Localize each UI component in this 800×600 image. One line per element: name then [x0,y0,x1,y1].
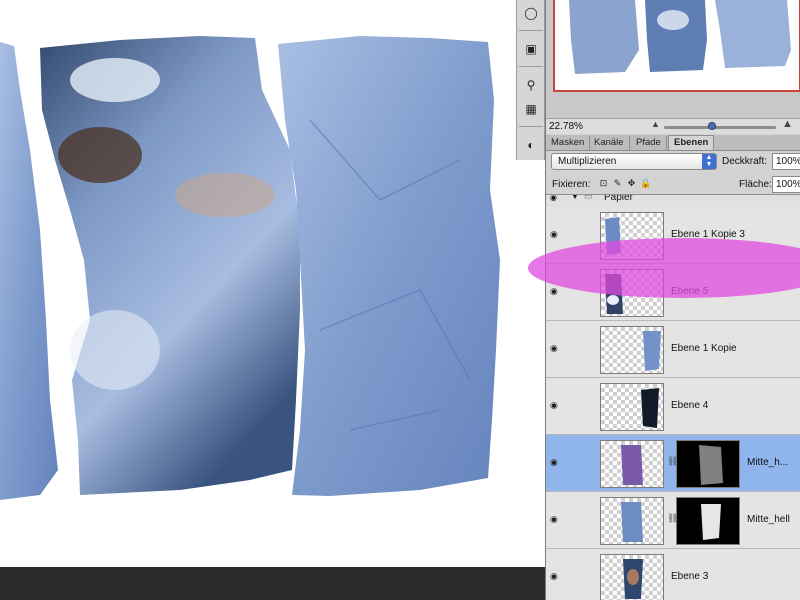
navigator-preview[interactable] [553,0,800,92]
navigator-panel [546,0,800,120]
layer-name: Ebene 4 [671,400,709,411]
lock-all-icon[interactable]: 🔒 [640,178,651,189]
adjustment-icon[interactable]: ◐ [520,134,542,156]
panel-tabbar: Masken Kanäle Pfade Ebenen [546,135,800,151]
eye-icon[interactable]: ◉ [550,195,557,202]
layer-mask-thumbnail[interactable] [676,440,740,488]
zoom-value[interactable]: 22.78% [549,121,583,132]
toolstrip-divider [519,66,543,67]
stamp-tool-icon[interactable]: ⚲ [520,74,542,96]
lock-brush-icon[interactable]: ✎ [612,178,623,189]
chevron-down-icon[interactable]: ▼ [571,195,579,201]
opacity-input[interactable]: 100% [772,153,800,170]
blend-mode-value: Multiplizieren [558,156,617,167]
toolstrip-divider [519,126,543,127]
panels-dock: 22.78% ▲ ▲ Masken Kanäle Pfade Ebenen Mu… [528,0,800,600]
eye-icon[interactable]: ◉ [550,571,562,581]
zoom-in-icon[interactable]: ▲ [782,118,793,130]
bottom-dock [0,567,545,600]
eye-icon[interactable]: ◉ [550,514,562,524]
lock-move-icon[interactable]: ✥ [626,178,637,189]
zoom-out-icon[interactable]: ▲ [651,119,660,129]
canvas-artwork [0,36,500,500]
folder-icon: ▭ [584,194,593,201]
layer-name: Mitte_h... [747,457,789,468]
paper-strip-right [278,36,500,496]
layer-row[interactable]: ◉ Ebene 3 [546,549,800,600]
tab-ebenen[interactable]: Ebenen [668,135,715,150]
layer-row[interactable]: ◉ Ebene 1 Kopie 3 [546,207,800,264]
grid-icon[interactable]: ▦ [520,98,542,120]
layer-name: Ebene 3 [671,571,709,582]
circle-icon[interactable]: ◯ [520,2,542,24]
layer-thumbnail [600,554,664,600]
layer-thumbnail [600,326,664,374]
lock-label: Fixieren: [552,179,591,190]
layer-row[interactable]: ◉ Ebene 1 Kopie [546,321,800,378]
eye-icon[interactable]: ◉ [550,229,562,239]
fill-label: Fläche: [739,179,772,190]
paper-strip-middle [40,36,300,495]
blend-mode-select[interactable]: Multiplizieren ▲ ▼ [551,153,717,170]
eye-icon[interactable]: ◉ [550,286,562,296]
layer-thumbnail [600,440,664,488]
updown-arrow-icon: ▲ ▼ [702,154,716,169]
mb-icon[interactable]: ▣ [520,38,542,60]
navigator-thumbnail [569,0,791,74]
tab-kanaele[interactable]: Kanäle [589,136,630,151]
navigator-zoom-bar: 22.78% ▲ ▲ [546,118,800,134]
document-canvas[interactable] [0,0,545,567]
zoom-slider-handle[interactable] [708,122,716,130]
zoom-slider[interactable] [664,126,776,129]
fill-input[interactable]: 100% [772,176,800,193]
lock-row: Fixieren: ⊡ ✎ ✥ 🔒 Fläche: 100% [546,175,800,195]
panel-toolstrip: ◯ ▣ ⚲ ▦ ◐ [516,0,545,160]
group-name: Papier [604,194,633,203]
layer-group-row[interactable]: ◉ ▼ ▭ Papier [546,195,800,205]
layer-row-selected[interactable]: ◉ ⛓ Mitte_h... [546,435,800,492]
toolstrip-divider [519,30,543,31]
layer-name: Ebene 5 [671,286,709,297]
layer-name: Mitte_hell [747,514,790,525]
layer-name: Ebene 1 Kopie 3 [671,229,745,240]
layers-list: ◉ ▼ ▭ Papier ◉ Ebene 1 Kopie 3 ◉ Ebene 5… [546,194,800,600]
tab-masken[interactable]: Masken [546,136,591,151]
layer-thumbnail [600,212,664,260]
blend-mode-row: Multiplizieren ▲ ▼ Deckkraft: 100% [546,151,800,173]
lock-transparency-icon[interactable]: ⊡ [598,178,609,189]
layer-thumbnail [600,497,664,545]
layer-name: Ebene 1 Kopie [671,343,737,354]
eye-icon[interactable]: ◉ [550,457,562,467]
eye-icon[interactable]: ◉ [550,343,562,353]
layer-mask-thumbnail[interactable] [676,497,740,545]
layer-thumbnail [600,383,664,431]
layer-row[interactable]: ◉ Ebene 4 [546,378,800,435]
eye-icon[interactable]: ◉ [550,400,562,410]
layer-thumbnail [600,269,664,317]
layer-row[interactable]: ◉ ⛓ Mitte_hell [546,492,800,549]
opacity-label: Deckkraft: [722,156,768,167]
tab-pfade[interactable]: Pfade [631,136,667,151]
layer-row[interactable]: ◉ Ebene 5 [546,264,800,321]
